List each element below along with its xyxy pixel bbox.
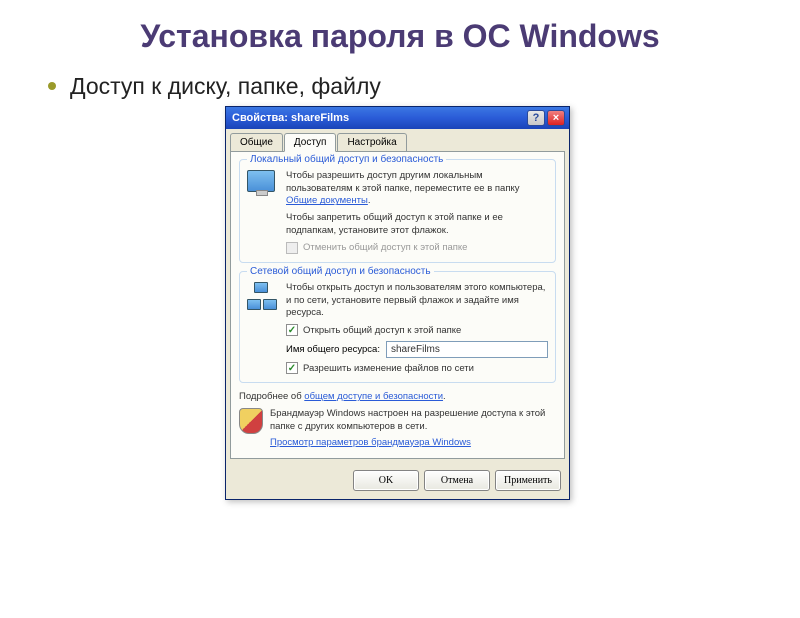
checkbox-share-label: Открыть общий доступ к этой папке (303, 325, 461, 336)
checkbox-make-private-row: Отменить общий доступ к этой папке (286, 242, 548, 254)
share-name-input[interactable] (386, 341, 548, 358)
network-icon (247, 282, 279, 314)
tabs: Общие Доступ Настройка (226, 129, 569, 151)
checkbox-share-row[interactable]: ✓ Открыть общий доступ к этой папке (286, 324, 548, 336)
more-info: Подробнее об общем доступе и безопасност… (239, 391, 556, 404)
shield-icon (239, 408, 263, 434)
monitor-icon (247, 170, 279, 202)
tab-general[interactable]: Общие (230, 133, 283, 151)
properties-dialog: Свойства: shareFilms ? × Общие Доступ На… (225, 106, 570, 500)
local-text-1b: . (368, 195, 371, 206)
slide-title: Установка пароля в ОС Windows (0, 18, 800, 55)
dialog-buttons: OK Отмена Применить (226, 465, 569, 499)
share-name-label: Имя общего ресурса: (286, 344, 380, 355)
firewall-info: Брандмауэр Windows настроен на разрешени… (239, 408, 556, 449)
link-firewall-settings[interactable]: Просмотр параметров брандмауэра Windows (270, 437, 556, 450)
titlebar[interactable]: Свойства: shareFilms ? × (226, 107, 569, 129)
apply-button[interactable]: Применить (495, 470, 561, 491)
checkbox-allow-modify-label: Разрешить изменение файлов по сети (303, 363, 474, 374)
tab-settings[interactable]: Настройка (337, 133, 406, 151)
help-button[interactable]: ? (527, 110, 545, 126)
local-text-1: Чтобы разрешить доступ другим локальным … (286, 170, 548, 208)
network-text-1: Чтобы открыть доступ и пользователям это… (286, 282, 548, 320)
link-sharing-security[interactable]: общем доступе и безопасности (304, 391, 443, 402)
local-text-1a: Чтобы разрешить доступ другим локальным … (286, 170, 520, 194)
group-local-title: Локальный общий доступ и безопасность (247, 154, 446, 165)
firewall-text: Брандмауэр Windows настроен на разрешени… (270, 408, 556, 434)
close-button[interactable]: × (547, 110, 565, 126)
local-text-2: Чтобы запретить общий доступ к этой папк… (286, 212, 548, 238)
more-info-a: Подробнее об (239, 391, 304, 402)
cancel-button[interactable]: Отмена (424, 470, 490, 491)
tab-access[interactable]: Доступ (284, 133, 337, 152)
checkbox-allow-modify-row[interactable]: ✓ Разрешить изменение файлов по сети (286, 362, 548, 374)
bullet-item: Доступ к диску, папке, файлу (48, 73, 800, 100)
bullet-icon (48, 82, 56, 90)
group-network-sharing: Сетевой общий доступ и безопасность Чтоб… (239, 271, 556, 383)
titlebar-text: Свойства: shareFilms (232, 112, 349, 124)
checkbox-share[interactable]: ✓ (286, 324, 298, 336)
group-local-sharing: Локальный общий доступ и безопасность Чт… (239, 159, 556, 263)
ok-button[interactable]: OK (353, 470, 419, 491)
link-shared-documents[interactable]: Общие документы (286, 195, 368, 206)
group-network-title: Сетевой общий доступ и безопасность (247, 266, 434, 277)
checkbox-make-private (286, 242, 298, 254)
checkbox-make-private-label: Отменить общий доступ к этой папке (303, 242, 467, 253)
bullet-text: Доступ к диску, папке, файлу (70, 73, 381, 100)
more-info-b: . (443, 391, 446, 402)
tab-panel-access: Локальный общий доступ и безопасность Чт… (230, 151, 565, 459)
checkbox-allow-modify[interactable]: ✓ (286, 362, 298, 374)
